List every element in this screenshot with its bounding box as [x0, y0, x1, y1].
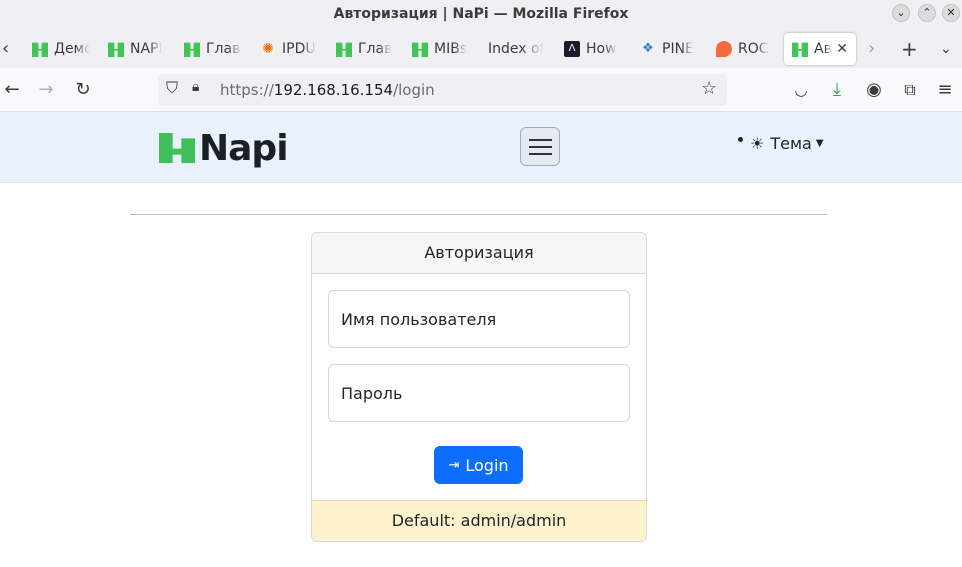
- tab-label: ROC: [738, 41, 769, 57]
- close-icon[interactable]: ✕: [942, 4, 960, 22]
- username-input[interactable]: Имя пользователя: [328, 290, 630, 348]
- maximize-icon[interactable]: ⌃: [918, 4, 936, 22]
- tab-main-2[interactable]: Главн: [336, 33, 392, 65]
- tab-label: MIBs: [434, 41, 468, 57]
- login-card: Авторизация Имя пользователя Пароль ⇥ Lo…: [311, 232, 647, 542]
- window-titlebar: Авторизация | NaPi — Mozilla Firefox ⌄ ⌃…: [0, 0, 962, 30]
- shield-icon[interactable]: ⛉: [166, 78, 178, 98]
- back-icon[interactable]: ←: [0, 78, 24, 102]
- default-credentials-note: Default: admin/admin: [312, 500, 646, 541]
- browser-toolbar: ← → ↻ ⛉ 🔒︎ https://192.168.16.154/login …: [0, 68, 962, 112]
- tab-mibs[interactable]: MIBs: [412, 33, 468, 65]
- pine-icon: ❖: [642, 41, 654, 56]
- tab-napi[interactable]: NAPI: [108, 33, 162, 65]
- indicator-dot: [738, 137, 743, 142]
- login-button[interactable]: ⇥ Login: [434, 446, 523, 484]
- password-placeholder: Пароль: [341, 384, 403, 403]
- napi-logo-icon: [159, 133, 195, 163]
- url-scheme: https://: [220, 81, 274, 99]
- card-header: Авторизация: [312, 233, 646, 274]
- list-all-tabs-icon[interactable]: ⌄: [940, 33, 952, 65]
- pocket-icon[interactable]: ◡: [789, 78, 813, 102]
- extensions-icon[interactable]: ⧉: [898, 78, 922, 102]
- tab-main-1[interactable]: Главн: [184, 33, 242, 65]
- site-navbar: Napi ☀ Тема ▼: [0, 112, 962, 183]
- tab-strip: ‹ Демо NAPI Главн ✺ IPDU Главн MIBs Inde…: [0, 30, 962, 68]
- bookmark-star-icon[interactable]: ☆: [701, 78, 717, 99]
- navbar-toggler-button[interactable]: [520, 127, 560, 166]
- tab-pine[interactable]: ❖ PINE: [640, 33, 696, 65]
- napi-icon: [108, 42, 124, 57]
- scroll-tabs-left-icon[interactable]: ‹: [2, 33, 9, 65]
- napi-icon: [792, 42, 808, 57]
- tab-auth-active[interactable]: Авт ✕: [784, 33, 856, 65]
- dark-logo-icon: Λ: [564, 41, 580, 57]
- grafana-icon: ✺: [262, 41, 274, 57]
- account-icon[interactable]: ◉: [862, 78, 886, 102]
- username-placeholder: Имя пользователя: [341, 310, 497, 329]
- url-text[interactable]: https://192.168.16.154/login: [220, 81, 435, 99]
- menu-icon[interactable]: ≡: [933, 78, 957, 102]
- new-tab-icon[interactable]: +: [901, 33, 918, 65]
- theme-dropdown[interactable]: ☀ Тема ▼: [738, 134, 824, 153]
- tab-demo[interactable]: Демо: [32, 33, 90, 65]
- url-path: /login: [393, 81, 435, 99]
- tab-label: IPDU: [282, 41, 316, 57]
- login-icon: ⇥: [448, 457, 460, 473]
- reload-icon[interactable]: ↻: [71, 78, 95, 102]
- lock-icon[interactable]: 🔒︎: [192, 79, 199, 95]
- theme-label: Тема: [770, 134, 812, 153]
- tab-label: PINE: [662, 41, 694, 57]
- forward-icon[interactable]: →: [34, 78, 58, 102]
- tab-label: Авт: [814, 41, 832, 57]
- divider: [130, 214, 827, 215]
- tab-label: Index of: [488, 41, 544, 57]
- tab-label: NAPI: [130, 41, 162, 57]
- tab-label: Главн: [206, 41, 242, 57]
- napi-icon: [184, 42, 200, 57]
- window-title: Авторизация | NaPi — Mozilla Firefox: [333, 6, 629, 22]
- download-icon[interactable]: ⤓: [825, 78, 849, 102]
- scroll-tabs-right-icon[interactable]: ›: [868, 33, 875, 65]
- tab-ipdu[interactable]: ✺ IPDU: [260, 33, 316, 65]
- tab-how[interactable]: Λ How: [564, 33, 620, 65]
- close-tab-icon[interactable]: ✕: [836, 41, 848, 57]
- napi-icon: [32, 42, 48, 57]
- tab-index-of[interactable]: Index of: [488, 33, 544, 65]
- brand-name: Napi: [199, 127, 289, 169]
- tab-label: How: [586, 41, 617, 57]
- url-host: 192.168.16.154: [273, 81, 394, 99]
- roc-icon: [716, 41, 732, 57]
- tab-roc[interactable]: ROC: [716, 33, 772, 65]
- tab-label: Главн: [358, 41, 392, 57]
- caret-down-icon: ▼: [815, 138, 824, 149]
- login-button-label: Login: [465, 455, 509, 475]
- napi-icon: [336, 42, 352, 57]
- brand-logo[interactable]: Napi: [159, 127, 289, 169]
- minimize-icon[interactable]: ⌄: [892, 4, 910, 22]
- sun-icon: ☀: [750, 134, 765, 153]
- url-bar[interactable]: ⛉ 🔒︎ https://192.168.16.154/login ☆: [158, 74, 727, 106]
- password-input[interactable]: Пароль: [328, 364, 630, 422]
- napi-icon: [412, 42, 428, 57]
- tab-label: Демо: [54, 41, 90, 57]
